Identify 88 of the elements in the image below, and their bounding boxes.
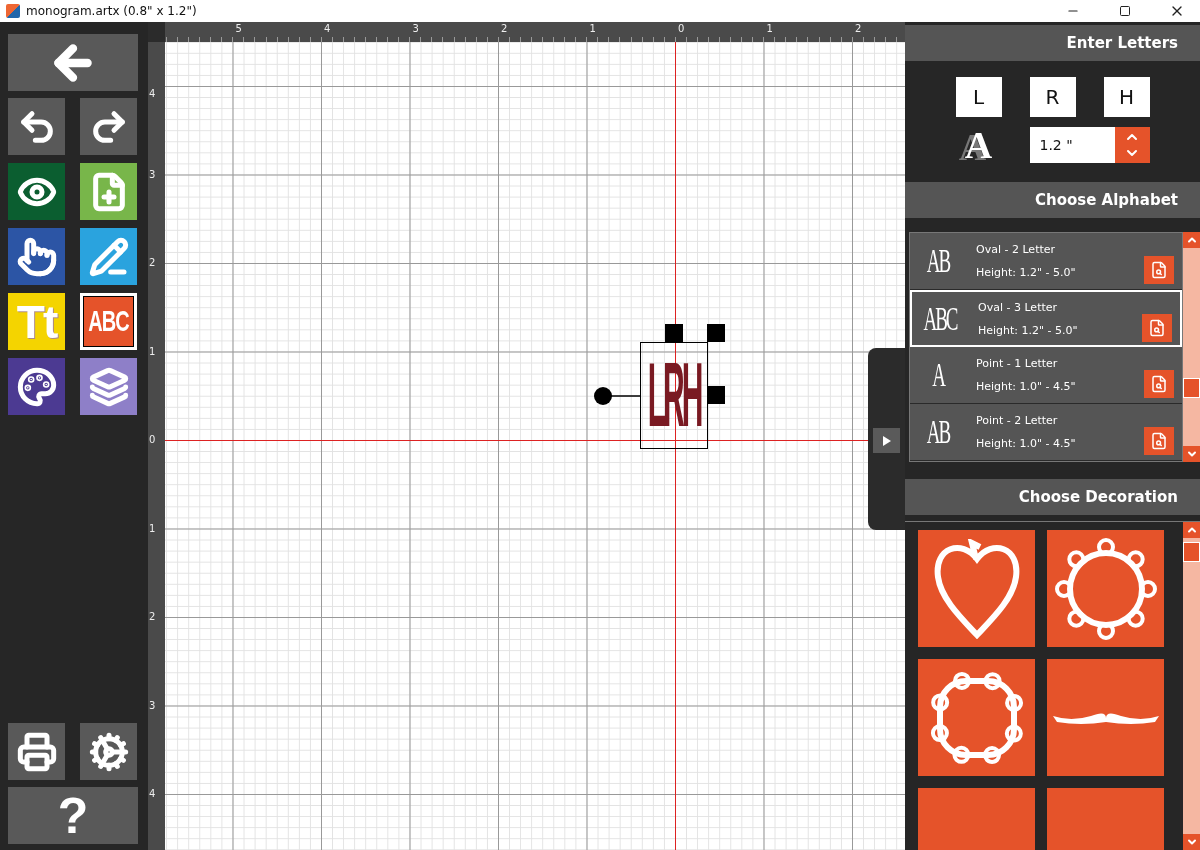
sew-button[interactable] xyxy=(80,723,137,780)
scrollbar[interactable] xyxy=(1183,232,1200,462)
alphabet-height: Height: 1.2" - 5.0" xyxy=(978,323,1079,337)
alphabet-item[interactable]: A Point - 1 Letter Height: 1.0" - 4.5" xyxy=(910,347,1182,404)
ruler-label: 1 xyxy=(589,23,596,34)
alphabet-name: Point - 2 Letter xyxy=(976,414,1059,427)
ruler-label: 4 xyxy=(149,788,156,799)
size-field[interactable]: 1.2 " xyxy=(1029,127,1115,163)
scroll-down-icon[interactable] xyxy=(1183,446,1200,462)
app-icon xyxy=(6,4,20,18)
preview-button[interactable] xyxy=(1144,427,1174,455)
alphabet-item[interactable]: AB Oval - 2 Letter Height: 1.2" - 5.0" xyxy=(910,233,1182,290)
collapse-button[interactable] xyxy=(873,428,900,453)
alphabet-preview: A xyxy=(931,355,946,395)
file-search-icon xyxy=(1150,432,1168,450)
ruler-label: 3 xyxy=(412,23,419,34)
letter-field[interactable]: L xyxy=(955,77,1002,117)
ruler-label: 4 xyxy=(149,88,156,99)
undo-tool-button[interactable] xyxy=(8,98,65,155)
colors-tool-button[interactable] xyxy=(8,358,65,415)
help-button[interactable]: ? xyxy=(8,787,138,844)
alphabet-preview: AB xyxy=(925,241,951,281)
view-tool-button[interactable] xyxy=(8,163,65,220)
ruler-label: 4 xyxy=(324,23,331,34)
alphabet-height: Height: 1.0" - 4.5" xyxy=(976,437,1077,450)
decoration-tile[interactable] xyxy=(1047,530,1164,647)
scroll-up-icon[interactable] xyxy=(1183,522,1200,538)
scroll-down-icon[interactable] xyxy=(1183,834,1200,850)
preview-button[interactable] xyxy=(1144,256,1174,284)
section-header: Choose Alphabet xyxy=(905,182,1200,218)
alphabet-name: Point - 1 Letter xyxy=(976,357,1059,370)
ruler-label: 2 xyxy=(855,23,862,34)
alphabet-name: Oval - 2 Letter xyxy=(976,243,1057,256)
section-header: Choose Decoration xyxy=(905,479,1200,515)
select-tool-button[interactable] xyxy=(8,228,65,285)
ruler-label: 5 xyxy=(235,23,242,34)
alphabet-height: Height: 1.2" - 5.0" xyxy=(976,266,1077,279)
ruler-label: 2 xyxy=(501,23,508,34)
file-search-icon xyxy=(1150,375,1168,393)
alphabet-preview: AB xyxy=(925,412,951,452)
ruler-label: 1 xyxy=(149,345,156,357)
back-button[interactable] xyxy=(8,34,138,91)
printer-icon xyxy=(16,731,57,772)
print-button[interactable] xyxy=(8,723,65,780)
resize-handle[interactable] xyxy=(707,324,725,342)
window-title: monogram.artx (0.8" x 1.2") xyxy=(26,4,198,18)
layers-tool-button[interactable] xyxy=(80,358,137,415)
scroll-thumb[interactable] xyxy=(1183,542,1200,562)
file-search-icon xyxy=(1150,261,1168,279)
ruler-label: 2 xyxy=(149,611,156,622)
maximize-icon xyxy=(1119,5,1131,17)
pencil-icon xyxy=(88,236,129,277)
preview-button[interactable] xyxy=(1142,313,1172,342)
ruler-label: 3 xyxy=(149,168,156,180)
layers-icon xyxy=(88,366,129,407)
redo-tool-button[interactable] xyxy=(80,98,137,155)
file-search-icon xyxy=(1148,318,1166,337)
pointer-hand-icon xyxy=(16,236,57,277)
ruler-label: 3 xyxy=(149,699,156,711)
ruler-label: 0 xyxy=(149,434,156,445)
resize-handle[interactable] xyxy=(665,324,683,342)
preview-button[interactable] xyxy=(1144,370,1174,398)
triangle-right-icon xyxy=(882,435,891,446)
add-art-tool-button[interactable] xyxy=(80,163,137,220)
letter-size-glyph: A xyxy=(963,127,994,163)
ruler-label: 1 xyxy=(766,23,773,34)
decoration-tile[interactable] xyxy=(1047,659,1164,776)
section-header: Enter Letters xyxy=(905,25,1200,61)
ruler-label: 2 xyxy=(149,257,156,268)
scrollbar[interactable] xyxy=(1183,522,1200,850)
alphabet-preview: ABC xyxy=(922,298,958,339)
rotate-handle[interactable] xyxy=(593,386,640,406)
monogram-tool-button[interactable]: ABC xyxy=(80,293,137,350)
spin-button[interactable] xyxy=(1114,127,1150,163)
decoration-tile[interactable] xyxy=(918,530,1035,647)
scroll-thumb[interactable] xyxy=(1183,378,1200,398)
alphabet-item[interactable]: AB Point - 2 Letter Height: 1.0" - 4.5" xyxy=(910,404,1182,461)
scroll-up-icon[interactable] xyxy=(1183,232,1200,248)
alphabet-height: Height: 1.0" - 4.5" xyxy=(976,380,1077,393)
alphabet-item[interactable]: ABC Oval - 3 Letter Height: 1.2" - 5.0" xyxy=(910,290,1182,347)
alphabet-name: Oval - 3 Letter xyxy=(978,300,1059,314)
ruler-label: 0 xyxy=(678,23,685,34)
palette-icon xyxy=(16,366,57,407)
resize-handle[interactable] xyxy=(707,386,725,404)
ruler-label: 1 xyxy=(149,522,156,534)
letter-field[interactable]: H xyxy=(1103,77,1150,117)
letter-field[interactable]: R xyxy=(1029,77,1076,117)
edit-tool-button[interactable] xyxy=(80,228,137,285)
